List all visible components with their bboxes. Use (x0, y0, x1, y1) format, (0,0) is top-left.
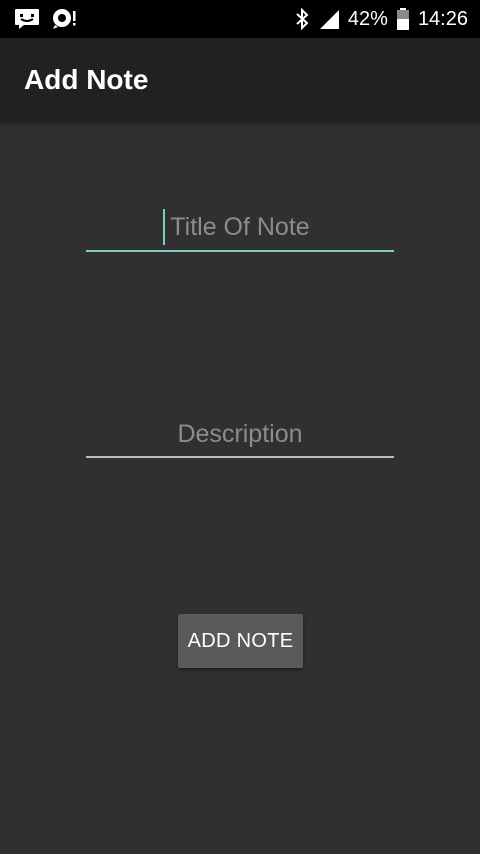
notification-icons (14, 8, 78, 30)
note-title-input[interactable] (86, 210, 394, 252)
battery-percent: 42% (347, 7, 388, 30)
messenger-icon (14, 8, 40, 30)
clock: 14:26 (417, 7, 468, 30)
note-description-input[interactable] (86, 418, 394, 458)
add-note-button[interactable]: ADD NOTE (178, 614, 303, 668)
alert-icon (52, 8, 78, 30)
status-bar: 42% 14:26 (0, 0, 480, 38)
text-cursor (163, 209, 165, 245)
app-bar: Add Note (0, 38, 480, 122)
signal-icon (318, 8, 340, 30)
battery-icon (396, 7, 410, 31)
system-status: 42% 14:26 (294, 7, 468, 31)
page-title: Add Note (24, 64, 149, 95)
bluetooth-icon (294, 8, 310, 30)
